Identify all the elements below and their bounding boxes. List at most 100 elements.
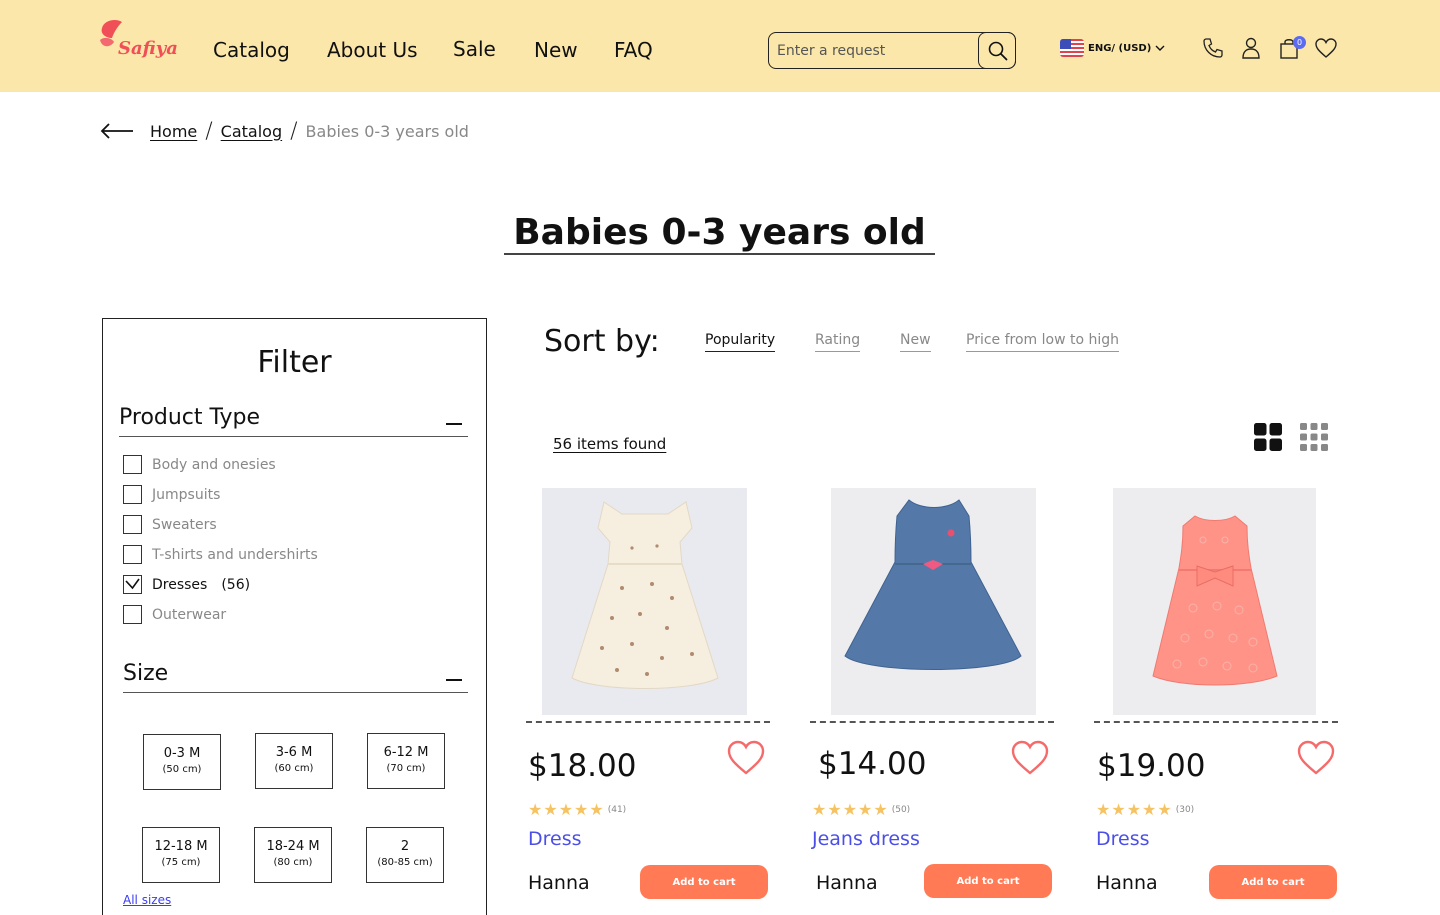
product-name[interactable]: Jeans dress bbox=[812, 828, 920, 850]
breadcrumb-current: Babies 0-3 years old bbox=[305, 121, 469, 141]
rating-count: (50) bbox=[891, 804, 911, 815]
product-card[interactable]: $19.00 ★★★★★ (30) Dress Hanna Add to car… bbox=[1094, 488, 1338, 915]
checkbox[interactable] bbox=[123, 455, 142, 474]
product-name[interactable]: Dress bbox=[1096, 828, 1150, 850]
checkbox-dresses[interactable]: Dresses (56) bbox=[123, 575, 250, 594]
checkbox-label: Body and onesies bbox=[152, 456, 276, 473]
checkbox-label: T-shirts and undershirts bbox=[152, 546, 318, 563]
checkbox[interactable] bbox=[123, 485, 142, 504]
items-found-count[interactable]: 56 items found bbox=[553, 435, 666, 453]
product-image-jeans-dress[interactable] bbox=[831, 488, 1036, 715]
sort-label: Sort by: bbox=[544, 324, 660, 359]
checkbox[interactable] bbox=[123, 515, 142, 534]
size-label: 3-6 M bbox=[275, 745, 313, 760]
breadcrumb-home[interactable]: Home bbox=[150, 122, 197, 141]
product-card[interactable]: $18.00 ★★★★★ (41) Dress Hanna Add to car… bbox=[526, 488, 770, 915]
heart-icon[interactable] bbox=[1314, 36, 1338, 60]
size-sublabel: (50 cm) bbox=[162, 764, 202, 775]
nav-sale[interactable]: Sale bbox=[453, 37, 496, 61]
product-name[interactable]: Dress bbox=[528, 828, 582, 850]
search-input[interactable] bbox=[777, 39, 977, 63]
chevron-down-icon bbox=[1155, 45, 1165, 51]
checkbox[interactable] bbox=[123, 545, 142, 564]
user-icon[interactable] bbox=[1239, 36, 1263, 60]
size-heading: Size bbox=[123, 661, 169, 686]
sort-price-low-high[interactable]: Price from low to high bbox=[966, 332, 1120, 352]
search-icon bbox=[988, 41, 1008, 61]
size-option-6-12m[interactable]: 6-12 M (70 cm) bbox=[367, 733, 445, 789]
checkbox-checked[interactable] bbox=[123, 575, 142, 594]
size-sublabel: (80-85 cm) bbox=[377, 857, 433, 868]
sort-rating[interactable]: Rating bbox=[815, 332, 861, 352]
checkbox-tshirts[interactable]: T-shirts and undershirts bbox=[123, 545, 318, 564]
back-arrow-icon[interactable] bbox=[100, 121, 134, 141]
size-option-0-3m[interactable]: 0-3 M (50 cm) bbox=[143, 734, 221, 790]
product-image-cream-floral-dress[interactable] bbox=[542, 488, 747, 715]
phone-icon[interactable] bbox=[1201, 36, 1225, 60]
nav-about-us[interactable]: About Us bbox=[327, 38, 418, 62]
grid-view-small-icon[interactable] bbox=[1300, 423, 1328, 451]
checkbox-outerwear[interactable]: Outerwear bbox=[123, 605, 226, 624]
sort-new[interactable]: New bbox=[900, 332, 931, 352]
rating-stars: ★★★★★ (41) bbox=[528, 800, 626, 819]
all-sizes-link[interactable]: All sizes bbox=[123, 893, 171, 907]
checkbox-sweaters[interactable]: Sweaters bbox=[123, 515, 217, 534]
nav-catalog[interactable]: Catalog bbox=[213, 38, 290, 62]
size-label: 18-24 M bbox=[266, 839, 320, 854]
star-icons: ★★★★★ bbox=[1096, 800, 1173, 819]
wishlist-heart-icon[interactable] bbox=[726, 740, 766, 776]
breadcrumb-separator: / bbox=[290, 118, 298, 144]
product-image-pink-lace-dress[interactable] bbox=[1113, 488, 1316, 715]
size-section-header[interactable]: Size bbox=[123, 661, 468, 693]
option-count: (56) bbox=[221, 576, 251, 593]
add-to-cart-button[interactable]: Add to cart bbox=[924, 864, 1052, 898]
language-currency-select[interactable]: ENG/ (USD) bbox=[1060, 37, 1165, 59]
grid-view-large-icon[interactable] bbox=[1254, 423, 1282, 451]
size-sublabel: (80 cm) bbox=[273, 857, 313, 868]
breadcrumb-catalog[interactable]: Catalog bbox=[221, 122, 282, 141]
add-to-cart-button[interactable]: Add to cart bbox=[640, 865, 768, 899]
title-underline bbox=[504, 253, 935, 255]
product-price: $14.00 bbox=[818, 746, 927, 782]
star-icons: ★★★★★ bbox=[812, 800, 889, 819]
product-brand: Hanna bbox=[816, 872, 878, 894]
size-sublabel: (70 cm) bbox=[386, 763, 426, 774]
checkbox-label: Dresses bbox=[152, 576, 208, 593]
card-divider bbox=[526, 721, 770, 723]
collapse-minus-icon[interactable] bbox=[446, 679, 462, 681]
size-sublabel: (60 cm) bbox=[274, 763, 314, 774]
breadcrumb-separator: / bbox=[205, 118, 213, 144]
logo[interactable]: Safiya bbox=[98, 18, 178, 68]
nav-new[interactable]: New bbox=[534, 38, 578, 62]
size-option-12-18m[interactable]: 12-18 M (75 cm) bbox=[142, 827, 220, 883]
search-button[interactable] bbox=[978, 32, 1016, 69]
size-option-2[interactable]: 2 (80-85 cm) bbox=[366, 827, 444, 883]
dress-illustration bbox=[571, 501, 719, 689]
checkbox[interactable] bbox=[123, 605, 142, 624]
checkmark-icon bbox=[125, 578, 140, 590]
search-bar bbox=[768, 32, 1016, 69]
language-label: ENG/ (USD) bbox=[1088, 42, 1152, 54]
cart-count-badge: 0 bbox=[1293, 36, 1306, 49]
product-card[interactable]: $14.00 ★★★★★ (50) Jeans dress Hanna Add … bbox=[810, 488, 1054, 915]
dress-illustration bbox=[844, 499, 1022, 670]
rating-stars: ★★★★★ (50) bbox=[812, 800, 910, 819]
checkbox-jumpsuits[interactable]: Jumpsuits bbox=[123, 485, 220, 504]
size-option-3-6m[interactable]: 3-6 M (60 cm) bbox=[255, 733, 333, 789]
checkbox-body-and-onesies[interactable]: Body and onesies bbox=[123, 455, 276, 474]
page-title: Babies 0-3 years old bbox=[513, 212, 926, 253]
product-type-heading: Product Type bbox=[119, 405, 261, 430]
product-brand: Hanna bbox=[1096, 872, 1158, 894]
filter-panel: Filter Product Type Body and onesies Jum… bbox=[102, 318, 487, 915]
collapse-minus-icon[interactable] bbox=[446, 423, 462, 425]
product-type-section-header[interactable]: Product Type bbox=[119, 405, 468, 437]
breadcrumb: Home / Catalog / Babies 0-3 years old bbox=[100, 118, 469, 144]
size-label: 12-18 M bbox=[154, 839, 208, 854]
sort-popularity[interactable]: Popularity bbox=[705, 332, 776, 352]
size-option-18-24m[interactable]: 18-24 M (80 cm) bbox=[254, 827, 332, 883]
add-to-cart-button[interactable]: Add to cart bbox=[1209, 865, 1337, 899]
product-price: $19.00 bbox=[1097, 748, 1206, 784]
wishlist-heart-icon[interactable] bbox=[1010, 740, 1050, 776]
wishlist-heart-icon[interactable] bbox=[1296, 740, 1336, 776]
nav-faq[interactable]: FAQ bbox=[614, 38, 653, 62]
